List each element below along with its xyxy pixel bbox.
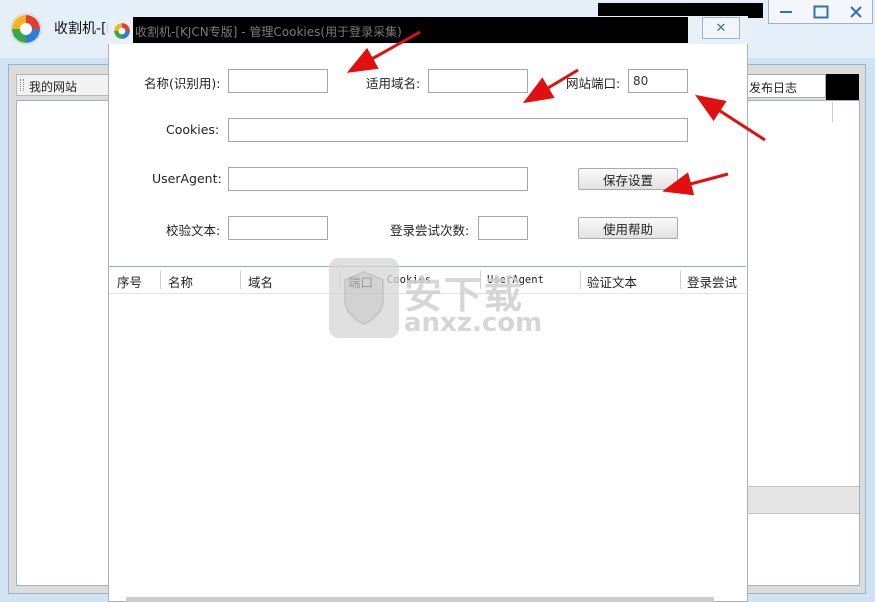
useragent-input[interactable] [228,167,528,191]
login-attempts-input[interactable] [478,216,528,240]
sidebar-header[interactable]: 我的网站 [16,74,112,96]
column-header-domain[interactable]: 域名 [248,272,273,291]
port-label: 网站端口: [566,76,621,91]
grip-icon [20,79,24,91]
cookies-input[interactable] [228,118,688,142]
cookies-grid-body[interactable] [109,294,746,594]
verify-text-label: 校验文本: [166,223,221,238]
login-attempts-label: 登录尝试次数: [390,223,470,238]
close-icon[interactable] [839,0,873,23]
column-header-verify-text[interactable]: 验证文本 [587,272,637,291]
port-input[interactable] [628,69,688,93]
tab-publish-log-label: 发布日志 [749,81,798,95]
sidebar-panel [16,100,112,586]
column-header-login-attempts[interactable]: 登录尝试 [687,272,737,291]
cookies-label: Cookies: [166,122,220,137]
domain-input[interactable] [428,69,528,93]
column-header-index[interactable]: 序号 [117,272,142,291]
tab-redaction [826,74,859,100]
verify-text-input[interactable] [228,216,328,240]
watermark-shield-icon [329,258,399,338]
log-column-divider [832,102,833,122]
maximize-icon[interactable] [804,0,838,23]
column-header-name[interactable]: 名称 [168,272,193,291]
app-logo-icon [10,13,42,45]
minimize-icon[interactable] [769,0,803,23]
save-settings-button[interactable]: 保存设置 [578,168,678,190]
column-divider[interactable] [160,271,161,289]
column-divider[interactable] [580,271,581,289]
name-input[interactable] [228,69,328,93]
dialog-app-icon [113,22,131,40]
column-divider[interactable] [680,271,681,289]
main-window-title: 收割机-[K [54,21,116,37]
usage-help-button[interactable]: 使用帮助 [578,217,678,239]
dialog-close-icon[interactable]: ✕ [702,17,740,39]
window-controls [768,0,873,24]
horizontal-scrollbar[interactable] [126,597,714,602]
column-divider[interactable] [240,271,241,289]
tab-publish-log[interactable]: 发布日志 [746,74,826,98]
name-label: 名称(识别用): [144,76,221,91]
dialog-title: 收割机-[KJCN专版] - 管理Cookies(用于登录采集) [135,25,402,39]
domain-label: 适用域名: [366,76,421,91]
sidebar-title: 我的网站 [29,80,78,94]
log-panel-band [747,486,859,514]
useragent-label: UserAgent: [152,171,222,186]
watermark-text-en: anxz.com [404,308,543,338]
